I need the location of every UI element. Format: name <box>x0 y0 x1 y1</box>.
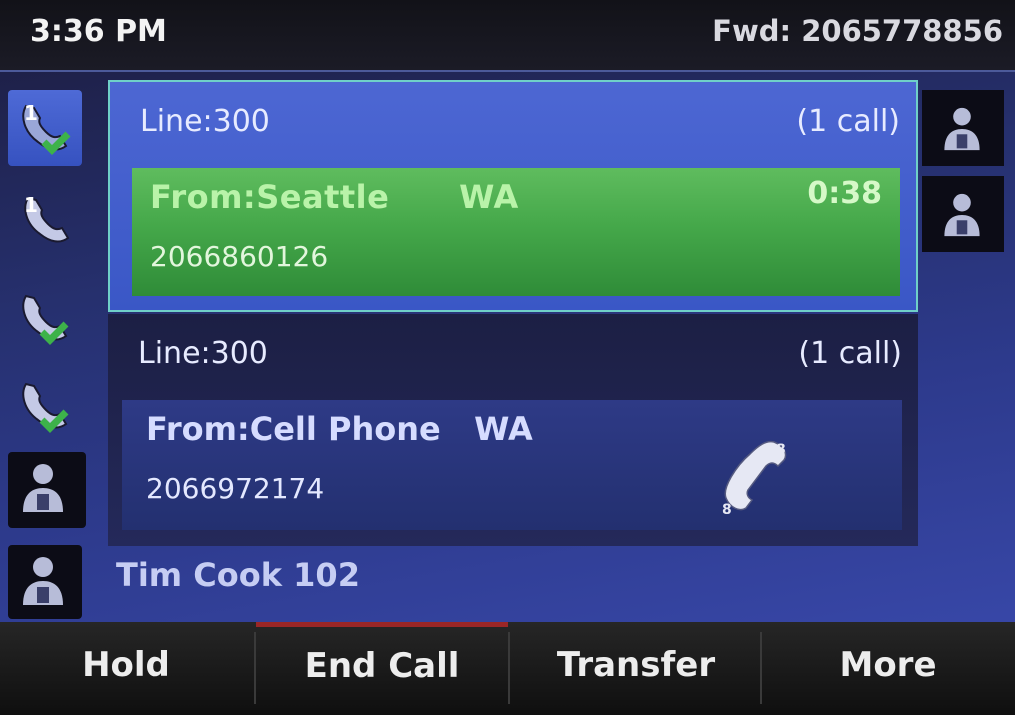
active-call-details[interactable]: From:Seattle WA 0:38 2066860126 <box>132 168 900 296</box>
contact-person-icon <box>23 557 63 605</box>
call-line-label: Line:300 <box>138 336 268 371</box>
clock: 3:36 PM <box>30 14 167 49</box>
status-bar: 3:36 PM Fwd: 2065778856 <box>0 0 1015 72</box>
line-key-6[interactable] <box>8 545 82 619</box>
phone-registered-icon <box>22 382 69 433</box>
caller-from: From:Cell Phone WA <box>146 410 533 448</box>
svg-text:1: 1 <box>24 101 38 125</box>
end-call-button[interactable]: End Call <box>256 622 508 715</box>
phone-line-1-active-icon: 1 <box>22 101 71 155</box>
right-line-key-1[interactable] <box>922 90 1004 166</box>
active-call-panel[interactable]: Line:300 (1 call) From:Seattle WA 0:38 2… <box>108 80 918 312</box>
transfer-button[interactable]: Transfer <box>510 622 762 715</box>
line-key-5[interactable] <box>8 452 86 528</box>
contact-person-icon <box>944 193 980 237</box>
handset-held-icon: 8 8 <box>722 440 787 516</box>
line-key-3[interactable] <box>8 280 82 356</box>
contact-person-icon <box>23 464 63 512</box>
svg-text:1: 1 <box>24 193 38 217</box>
phone-registered-icon <box>22 294 69 345</box>
forward-status: Fwd: 2065778856 <box>712 14 1003 48</box>
call-line-label: Line:300 <box>140 104 270 139</box>
held-call-details[interactable]: From:Cell Phone WA 2066972174 8 8 <box>122 400 902 530</box>
line-key-2[interactable]: 1 <box>8 180 82 256</box>
caller-from: From:Seattle WA <box>150 178 519 216</box>
more-button[interactable]: More <box>762 622 1014 715</box>
call-duration: 0:38 <box>807 176 882 211</box>
caller-number: 2066972174 <box>146 472 325 505</box>
caller-number: 2066860126 <box>150 240 329 273</box>
soft-key-bar: Hold End Call Transfer More <box>0 622 1015 715</box>
call-count: (1 call) <box>796 104 900 139</box>
svg-text:8: 8 <box>776 442 786 458</box>
contact-person-icon <box>944 107 980 151</box>
phone-screen: 3:36 PM Fwd: 2065778856 1 1 Line:300 (1 … <box>0 0 1015 715</box>
svg-text:8: 8 <box>722 502 732 516</box>
hold-button[interactable]: Hold <box>0 622 252 715</box>
right-line-key-2[interactable] <box>922 176 1004 252</box>
phone-line-1-icon: 1 <box>24 193 70 243</box>
line-key-4[interactable] <box>8 368 82 444</box>
contact-label[interactable]: Tim Cook 102 <box>116 556 360 594</box>
held-call-panel[interactable]: Line:300 (1 call) From:Cell Phone WA 206… <box>108 314 918 546</box>
call-count: (1 call) <box>798 336 902 371</box>
line-key-1[interactable]: 1 <box>8 90 82 166</box>
